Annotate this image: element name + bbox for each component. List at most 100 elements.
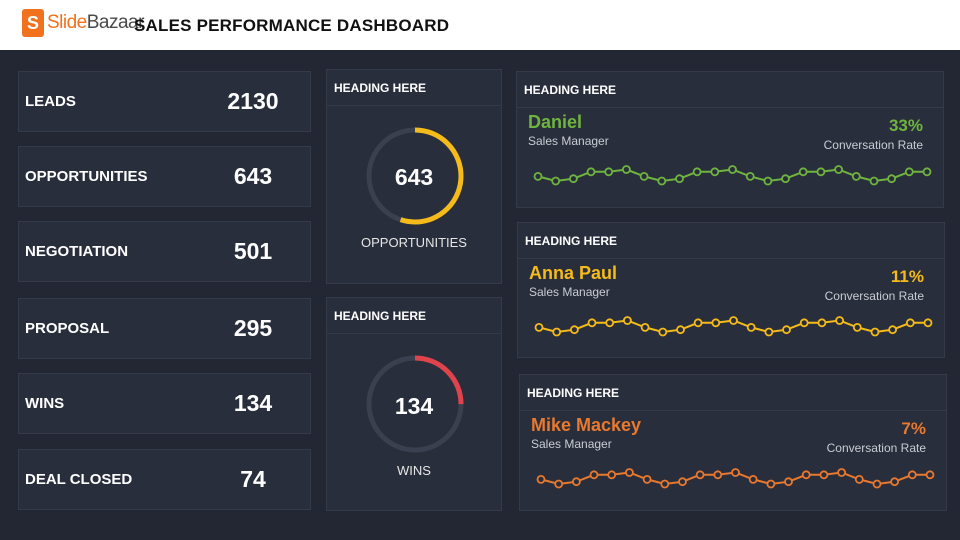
stat-value: 134: [233, 390, 273, 416]
sparkline-point: [622, 165, 631, 174]
stat-label: PROPOSAL: [25, 320, 110, 337]
gauge-label: OPPORTUNITIES: [361, 235, 467, 250]
sparkline-point: [572, 477, 581, 487]
stat-card-wins: WINS 134: [18, 373, 311, 434]
sparkline-point: [569, 174, 578, 184]
brand-logo[interactable]: S SlideBazaar: [22, 9, 144, 37]
stat-card-opportunities: OPPORTUNITIES 643: [18, 146, 311, 207]
sparkline-point: [693, 318, 703, 328]
stat-label: WINS: [25, 395, 65, 412]
sparkline-point: [852, 323, 862, 332]
sparkline-point: [890, 477, 900, 487]
sparkline-point: [605, 318, 615, 328]
gauge-value: 134: [394, 393, 434, 419]
sparkline-point: [764, 327, 774, 337]
sparkline-point: [731, 468, 740, 477]
gauge-label: WINS: [397, 463, 431, 478]
sparkline-point: [746, 323, 756, 332]
sparkline-point: [552, 327, 562, 337]
opportunities-gauge-panel: HEADING HERE 643 OPPORTUNITIES: [326, 69, 502, 284]
sparkline-point: [660, 479, 670, 489]
sparkline-point: [817, 318, 827, 328]
sparkline-point: [784, 477, 793, 487]
sparkline-point: [604, 167, 614, 177]
sparkline-point: [801, 470, 811, 480]
sparkline-point: [695, 470, 705, 480]
sparkline-point: [869, 176, 879, 186]
sparkline-point: [533, 172, 543, 181]
sparkline-point: [816, 167, 826, 177]
sparkline-point: [587, 318, 597, 328]
stat-value: 2130: [227, 88, 279, 114]
gauge-value: 643: [394, 164, 434, 190]
sparkline-point: [923, 318, 933, 328]
sparkline-point: [729, 316, 738, 325]
stat-card-leads: LEADS 2130: [18, 71, 311, 132]
sparkline-point: [781, 174, 790, 184]
sparkline-point: [907, 470, 917, 480]
sparkline-point: [728, 165, 737, 174]
wins-gauge-panel: HEADING HERE 134 WINS: [326, 297, 502, 511]
sparkline-point: [799, 318, 809, 328]
sparkline-point: [536, 475, 546, 484]
sparkline-point: [554, 479, 564, 489]
stat-card-proposal: PROPOSAL 295: [18, 298, 311, 359]
sparkline-point: [711, 318, 721, 328]
sparkline-point: [570, 325, 579, 335]
stat-card-deal-closed: DEAL CLOSED 74: [18, 449, 311, 510]
panel-heading: HEADING HERE: [327, 70, 501, 106]
stat-label: DEAL CLOSED: [25, 471, 133, 488]
sparkline-point: [625, 468, 634, 477]
sparkline-point: [639, 172, 649, 181]
sparkline-point: [888, 325, 898, 335]
stat-card-negotiation: NEGOTIATION 501: [18, 221, 311, 282]
sparkline-point: [748, 475, 758, 484]
sparkline: [533, 165, 932, 186]
stat-value: 74: [240, 466, 266, 492]
page-title: SALES PERFORMANCE DASHBOARD: [134, 16, 450, 35]
sparkline-point: [551, 176, 561, 186]
sparkline-point: [658, 327, 668, 337]
stat-value: 295: [233, 315, 273, 341]
sparkline-point: [710, 167, 720, 177]
sparkline-point: [798, 167, 808, 177]
sparkline-point: [925, 470, 935, 480]
sparkline-point: [678, 477, 687, 487]
sparkline-point: [904, 167, 914, 177]
sparkline-point: [870, 327, 880, 337]
sparkline-point: [763, 176, 773, 186]
person-card-mike-mackey: HEADING HERE Mike Mackey Sales Manager 7…: [519, 374, 947, 511]
sparkline-point: [623, 316, 632, 325]
stat-value: 501: [233, 238, 273, 264]
sparkline-point: [922, 167, 932, 177]
sparkline-point: [692, 167, 702, 177]
stat-label: LEADS: [25, 93, 76, 110]
person-card-anna-paul: HEADING HERE Anna Paul Sales Manager 11%…: [517, 222, 945, 358]
logo-icon: S: [22, 9, 44, 37]
sparkline: [536, 468, 935, 489]
sparkline-point: [586, 167, 596, 177]
sparkline-point: [851, 172, 861, 181]
sparkline-point: [642, 475, 652, 484]
panel-heading: HEADING HERE: [327, 298, 501, 334]
sparkline: [534, 316, 933, 337]
sparkline-point: [589, 470, 599, 480]
sparkline-point: [837, 468, 847, 477]
logo-wordmark: SlideBazaar: [47, 12, 144, 33]
sparkline-point: [713, 470, 723, 480]
sparkline-point: [854, 475, 864, 484]
stat-label: NEGOTIATION: [25, 243, 129, 260]
sparkline-point: [676, 325, 685, 335]
sparkline-point: [534, 323, 544, 332]
sparkline-point: [887, 174, 897, 184]
sparkline-point: [657, 176, 667, 186]
sparkline-point: [905, 318, 915, 328]
sparkline-point: [782, 325, 791, 335]
sparkline-point: [835, 316, 845, 325]
sparkline-point: [834, 165, 844, 174]
sparkline-point: [766, 479, 776, 489]
sparkline-point: [745, 172, 755, 181]
stat-label: OPPORTUNITIES: [25, 168, 148, 185]
top-bar: S SlideBazaar SALES PERFORMANCE DASHBOAR…: [0, 0, 960, 50]
sparkline-point: [640, 323, 650, 332]
